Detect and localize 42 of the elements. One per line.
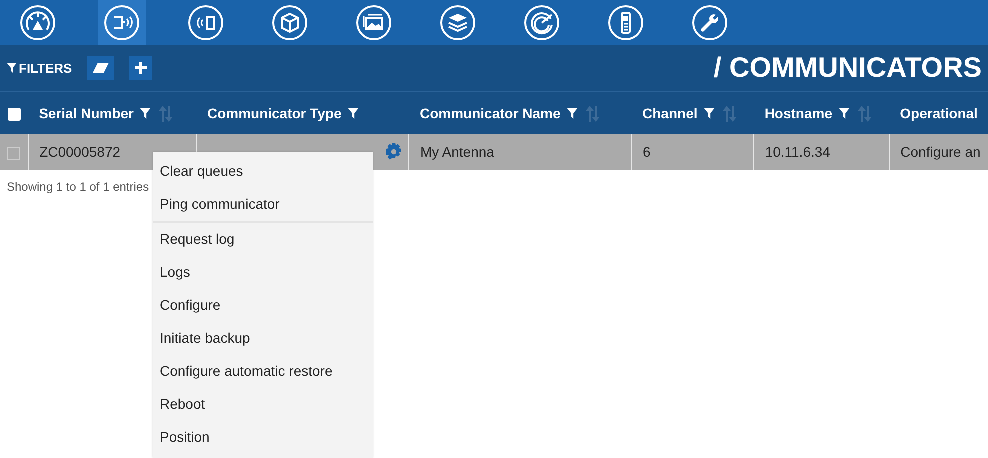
menu-item[interactable]: Clear queues xyxy=(153,155,373,188)
radar-icon xyxy=(524,4,560,40)
pictures-icon xyxy=(356,4,392,40)
row-checkbox[interactable] xyxy=(7,146,20,160)
menu-item[interactable]: Position xyxy=(153,421,373,454)
antenna-icon xyxy=(104,4,140,40)
column-header[interactable]: Channel xyxy=(642,106,698,122)
filter-icon[interactable] xyxy=(140,108,151,120)
filter-icon[interactable] xyxy=(704,108,715,120)
menu-item[interactable]: Reboot xyxy=(153,388,373,421)
menu-item[interactable]: Configure xyxy=(153,289,373,322)
filter-icon[interactable] xyxy=(348,108,359,120)
menu-item[interactable]: Initiate backup xyxy=(153,322,373,355)
menu-item[interactable]: Request log xyxy=(153,223,373,256)
phone-icon xyxy=(608,4,644,40)
filter-icon xyxy=(7,63,17,73)
table-cell: 6 xyxy=(643,144,651,160)
reader-icon xyxy=(188,4,224,40)
table-cell: My Antenna xyxy=(420,144,494,160)
gear-icon[interactable] xyxy=(385,143,404,161)
page-title: / COMMUNICATORS xyxy=(714,52,983,84)
column-header[interactable]: Hostname xyxy=(764,106,832,122)
box-icon xyxy=(272,4,308,40)
table-cell: ZC00005872 xyxy=(40,144,121,160)
nav-tab[interactable] xyxy=(98,0,146,45)
menu-item[interactable]: Configure automatic restore xyxy=(153,355,373,388)
menu-item[interactable]: Logs xyxy=(153,256,373,289)
gauge-icon xyxy=(20,4,56,40)
table-cell: 10.11.6.34 xyxy=(765,144,830,160)
table-info: Showing 1 to 1 of 1 entries xyxy=(7,180,150,194)
eraser-button[interactable] xyxy=(87,56,114,80)
filter-icon[interactable] xyxy=(838,108,850,120)
wrench-icon xyxy=(692,4,728,40)
plus-icon xyxy=(134,62,147,74)
select-all-checkbox[interactable] xyxy=(8,108,21,121)
table-cell: Configure an xyxy=(900,144,981,160)
eraser-icon xyxy=(92,63,109,73)
menu-item[interactable]: Ping communicator xyxy=(153,188,373,223)
add-button[interactable] xyxy=(129,56,152,80)
filters-label[interactable]: FILTERS xyxy=(19,60,72,76)
layers-icon xyxy=(440,4,476,40)
filter-icon[interactable] xyxy=(566,108,578,120)
